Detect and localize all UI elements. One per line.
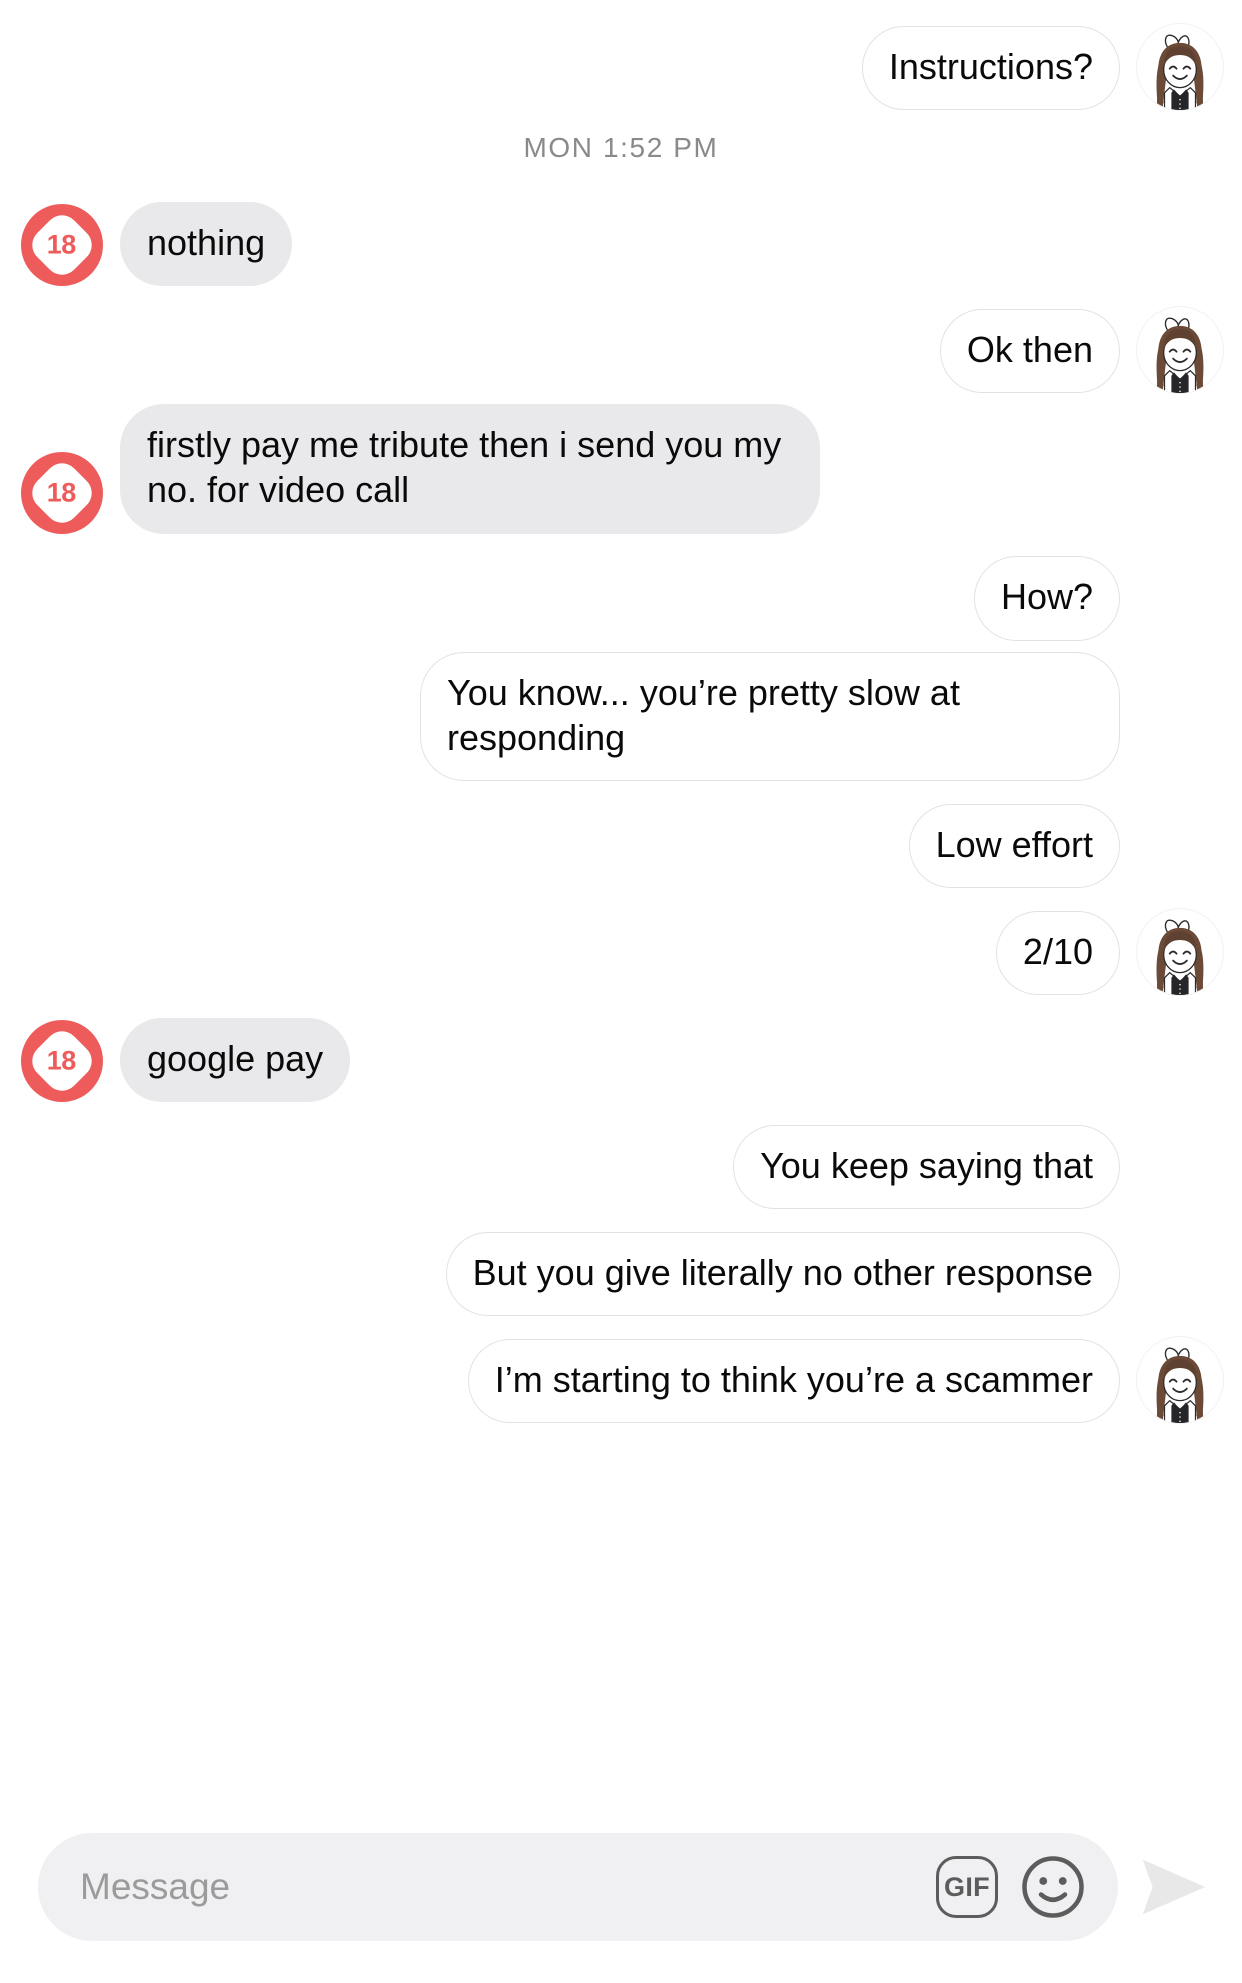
date-divider: MON 1:52 PM: [523, 132, 719, 163]
message-bubble-incoming[interactable]: google pay: [120, 1018, 351, 1103]
girl-cartoon-avatar[interactable]: [1137, 24, 1223, 110]
avatar-slot-empty: [1132, 545, 1228, 641]
message-composer: Message GIF: [0, 1825, 1242, 1983]
messaging-app: Instructions? MON 1:52 PM 18 nothing Ok …: [0, 0, 1242, 1983]
composer-actions: GIF: [936, 1854, 1096, 1920]
avatar-slot-empty: [1132, 685, 1228, 781]
message-row-outgoing: Low effort: [0, 792, 1242, 889]
message-row-outgoing: I’m starting to think you’re a scammer: [0, 1327, 1242, 1424]
message-row-incoming: 18 firstly pay me tribute then i send yo…: [0, 404, 1242, 534]
message-row-outgoing: Instructions?: [0, 14, 1242, 110]
message-bubble-outgoing[interactable]: You know... you’re pretty slow at respon…: [420, 651, 1120, 782]
avatar-slot: [1132, 899, 1228, 996]
message-row-outgoing: But you give literally no other response: [0, 1220, 1242, 1317]
message-bubble-outgoing[interactable]: I’m starting to think you’re a scammer: [467, 1339, 1120, 1424]
badge-age-label: 18: [47, 229, 77, 260]
message-bubble-outgoing[interactable]: Ok then: [939, 308, 1120, 393]
message-row-outgoing: How?: [0, 545, 1242, 641]
avatar-slot-empty: [1132, 792, 1228, 888]
message-row-incoming: 18 nothing: [0, 190, 1242, 286]
age-18-badge-avatar[interactable]: 18: [21, 451, 103, 534]
emoji-smiley-icon[interactable]: [1020, 1854, 1086, 1920]
message-bubble-outgoing[interactable]: 2/10: [995, 911, 1120, 996]
gif-icon[interactable]: GIF: [936, 1856, 998, 1918]
badge-inner-shape: 18: [25, 455, 99, 530]
age-18-badge-avatar[interactable]: 18: [21, 1020, 103, 1103]
message-row-incoming: 18 google pay: [0, 1006, 1242, 1103]
badge-inner-shape: 18: [25, 208, 99, 282]
avatar-slot: 18: [14, 1006, 110, 1103]
girl-cartoon-avatar[interactable]: [1137, 307, 1223, 393]
message-input-placeholder[interactable]: Message: [80, 1866, 936, 1908]
badge-inner-shape: 18: [25, 1024, 99, 1099]
send-button[interactable]: [1128, 1841, 1220, 1933]
message-bubble-outgoing[interactable]: How?: [973, 556, 1120, 641]
avatar-slot: [1132, 1327, 1228, 1424]
avatar-slot: [1132, 297, 1228, 393]
message-bubble-incoming[interactable]: firstly pay me tribute then i send you m…: [120, 404, 820, 534]
message-row-outgoing: You keep saying that: [0, 1113, 1242, 1210]
message-bubble-outgoing[interactable]: Low effort: [908, 804, 1120, 889]
avatar-slot-empty: [1132, 1113, 1228, 1209]
message-bubble-incoming[interactable]: nothing: [120, 201, 293, 286]
message-row-outgoing: 2/10: [0, 899, 1242, 996]
message-input-pill[interactable]: Message GIF: [38, 1833, 1118, 1941]
avatar-slot: [1132, 14, 1228, 110]
message-row-outgoing: You know... you’re pretty slow at respon…: [0, 651, 1242, 782]
avatar-slot: 18: [14, 438, 110, 534]
girl-cartoon-avatar[interactable]: [1137, 1337, 1223, 1424]
age-18-badge-avatar[interactable]: 18: [21, 204, 103, 286]
girl-cartoon-avatar[interactable]: [1137, 909, 1223, 996]
avatar-slot: 18: [14, 190, 110, 286]
badge-age-label: 18: [47, 477, 77, 508]
message-bubble-outgoing[interactable]: But you give literally no other response: [445, 1232, 1120, 1317]
message-row-outgoing: Ok then: [0, 297, 1242, 393]
badge-age-label: 18: [47, 1045, 77, 1076]
message-bubble-outgoing[interactable]: You keep saying that: [733, 1125, 1120, 1210]
avatar-slot-empty: [1132, 1220, 1228, 1316]
message-bubble-outgoing[interactable]: Instructions?: [861, 25, 1120, 110]
message-thread[interactable]: Instructions? MON 1:52 PM 18 nothing Ok …: [0, 0, 1242, 1825]
